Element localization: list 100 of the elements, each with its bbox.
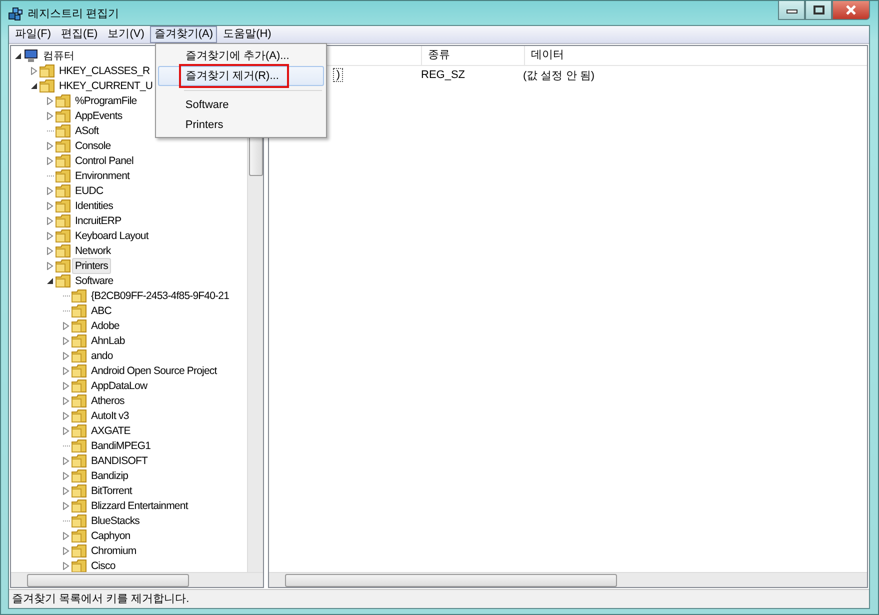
expand-triangle-icon[interactable] — [62, 366, 70, 374]
tree-item[interactable]: BitTorrent — [88, 482, 135, 498]
folder-icon — [71, 468, 87, 482]
folder-icon — [39, 64, 55, 78]
folder-icon — [55, 124, 71, 138]
folder-icon — [55, 228, 71, 242]
folder-icon — [71, 484, 87, 498]
expand-triangle-icon[interactable] — [62, 336, 70, 344]
menu-item[interactable]: 편집(E) — [57, 26, 102, 43]
folder-icon — [55, 168, 71, 182]
tree-item[interactable]: EUDC — [72, 182, 106, 198]
expand-triangle-icon[interactable] — [30, 66, 38, 74]
folder-icon — [55, 258, 71, 272]
expand-triangle-icon[interactable] — [46, 262, 54, 270]
expand-triangle-icon[interactable] — [62, 412, 70, 420]
tree-item[interactable]: Blizzard Entertainment — [88, 498, 191, 514]
tree-item[interactable]: AutoIt v3 — [88, 408, 132, 424]
folder-icon — [55, 184, 71, 198]
tree-item[interactable]: Chromium — [88, 542, 140, 558]
expand-triangle-icon[interactable] — [46, 156, 54, 164]
tree-item[interactable]: AppDataLow — [88, 378, 150, 394]
expand-triangle-icon[interactable] — [46, 216, 54, 224]
menu-item[interactable]: 즐겨찾기에 추가(A)... — [158, 46, 324, 66]
expand-triangle-icon[interactable] — [46, 142, 54, 150]
folder-icon — [71, 514, 87, 528]
close-button[interactable] — [832, 1, 870, 20]
menu-item[interactable]: 보기(V) — [104, 26, 148, 43]
menu-item[interactable]: Printers — [158, 115, 324, 135]
expand-triangle-icon[interactable] — [62, 562, 70, 570]
tree-item[interactable]: Android Open Source Project — [88, 362, 220, 378]
expand-triangle-icon[interactable] — [46, 96, 54, 104]
horizontal-scrollbar[interactable] — [11, 572, 263, 587]
tree-item[interactable]: Network — [72, 242, 114, 258]
collapse-triangle-icon[interactable] — [46, 276, 54, 284]
menu-item[interactable]: 도움말(H) — [219, 26, 276, 43]
expand-triangle-icon[interactable] — [62, 532, 70, 540]
folder-icon — [71, 318, 87, 332]
folder-icon — [55, 198, 71, 212]
expand-triangle-icon[interactable] — [46, 232, 54, 240]
tree-item[interactable]: HKEY_CURRENT_U — [56, 78, 156, 94]
tree-item[interactable]: Identities — [72, 198, 116, 214]
expand-triangle-icon[interactable] — [62, 352, 70, 360]
tree-item[interactable]: AppEvents — [72, 108, 126, 124]
menu-item[interactable]: 파일(F) — [11, 26, 56, 43]
expand-triangle-icon[interactable] — [62, 456, 70, 464]
table-cell-text: REG_SZ — [420, 69, 466, 81]
tree-item[interactable]: Adobe — [88, 318, 122, 334]
tree-item[interactable]: Caphyon — [88, 528, 134, 544]
tree-item[interactable]: BANDISOFT — [88, 452, 150, 468]
tree-item[interactable]: AXGATE — [88, 422, 134, 438]
tree-item[interactable]: Bandizip — [88, 468, 132, 484]
folder-icon — [71, 364, 87, 378]
expand-triangle-icon[interactable] — [62, 382, 70, 390]
expand-triangle-icon[interactable] — [46, 186, 54, 194]
tree-item[interactable]: Keyboard Layout — [72, 228, 152, 244]
tree-item[interactable]: Console — [72, 138, 114, 154]
menu-item[interactable]: Software — [158, 95, 324, 115]
collapse-triangle-icon[interactable] — [14, 52, 22, 60]
tree-item[interactable]: IncruitERP — [72, 212, 124, 228]
folder-icon — [55, 154, 71, 168]
expand-triangle-icon[interactable] — [46, 202, 54, 210]
tree-item[interactable]: BlueStacks — [88, 512, 143, 528]
column-header[interactable]: 종류 — [422, 46, 525, 65]
tree-item[interactable]: Atheros — [88, 392, 128, 408]
tree-item[interactable]: ASoft — [72, 122, 102, 138]
tree-item[interactable]: BandiMPEG1 — [88, 438, 154, 454]
value-name[interactable]: ) — [333, 68, 343, 82]
expand-triangle-icon[interactable] — [62, 486, 70, 494]
expand-triangle-icon[interactable] — [62, 426, 70, 434]
expand-triangle-icon[interactable] — [46, 246, 54, 254]
column-header[interactable]: 데이터 — [525, 46, 867, 65]
tree-item[interactable]: Control Panel — [72, 152, 136, 168]
folder-icon — [71, 378, 87, 392]
horizontal-scrollbar[interactable] — [269, 572, 867, 587]
expand-triangle-icon[interactable] — [62, 546, 70, 554]
menu-item[interactable]: 즐겨찾기 제거(R)... — [158, 66, 324, 86]
tree-item[interactable]: HKEY_CLASSES_R — [56, 62, 153, 78]
tree-item[interactable]: 컴퓨터 — [40, 48, 78, 64]
folder-icon — [39, 78, 55, 92]
tree-item[interactable]: Environment — [72, 168, 133, 184]
collapse-triangle-icon[interactable] — [30, 82, 38, 90]
tree-item[interactable]: ABC — [88, 302, 114, 318]
close-icon — [844, 5, 858, 15]
tree-item[interactable]: AhnLab — [88, 332, 128, 348]
tree-item[interactable]: ando — [88, 348, 116, 364]
maximize-button[interactable] — [805, 1, 832, 20]
tree-item[interactable]: {B2CB09FF-2453-4f85-9F40-21 — [88, 288, 232, 304]
expand-triangle-icon[interactable] — [62, 396, 70, 404]
minimize-button[interactable] — [778, 1, 805, 20]
tree-item[interactable]: Software — [72, 272, 116, 288]
expand-triangle-icon[interactable] — [46, 112, 54, 120]
tree-item[interactable]: Printers — [72, 258, 111, 274]
expand-triangle-icon[interactable] — [62, 472, 70, 480]
folder-icon — [55, 138, 71, 152]
expand-triangle-icon[interactable] — [62, 502, 70, 510]
tree-item[interactable]: Cisco — [88, 558, 118, 572]
tree-item[interactable]: %ProgramFile — [72, 92, 140, 108]
expand-triangle-icon[interactable] — [62, 322, 70, 330]
folder-icon — [71, 454, 87, 468]
folder-icon — [71, 394, 87, 408]
